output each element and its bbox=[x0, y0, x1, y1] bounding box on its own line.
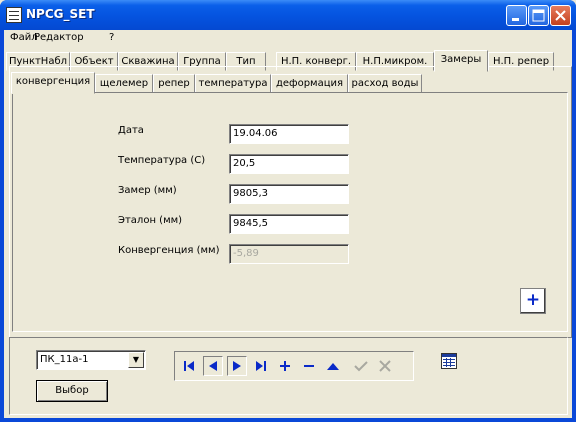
date-label: Дата bbox=[118, 125, 144, 136]
measurement-field[interactable]: 9805,3 bbox=[229, 184, 349, 204]
point-select[interactable]: ПК_11а-1 ▼ bbox=[36, 350, 146, 370]
nav-delete-icon[interactable] bbox=[299, 356, 319, 376]
nav-first-icon[interactable] bbox=[179, 356, 199, 376]
tab-measurements[interactable]: Замеры bbox=[434, 50, 488, 72]
nav-prior-icon[interactable] bbox=[203, 356, 223, 376]
nav-post-icon bbox=[351, 356, 371, 376]
menu-bar: Файл Редактор ? bbox=[4, 30, 572, 47]
maximize-icon bbox=[532, 9, 545, 22]
select-button[interactable]: Выбор bbox=[36, 380, 108, 402]
app-window: NPCG_SET Файл Редактор ? ПунктНабл Объек… bbox=[0, 0, 576, 422]
table-view-icon[interactable] bbox=[441, 353, 457, 369]
title-bar[interactable]: NPCG_SET bbox=[0, 0, 576, 30]
temperature-label: Температура (С) bbox=[118, 155, 206, 166]
date-field[interactable]: 19.04.06 bbox=[229, 124, 349, 144]
maximize-button[interactable] bbox=[528, 5, 549, 26]
db-navigator bbox=[174, 351, 414, 381]
nav-next-icon[interactable] bbox=[227, 356, 247, 376]
subtab-convergence[interactable]: конвергенция bbox=[11, 72, 95, 94]
menu-help[interactable]: ? bbox=[109, 32, 114, 43]
app-icon bbox=[6, 7, 22, 23]
point-select-value: ПК_11а-1 bbox=[40, 354, 89, 365]
reference-field[interactable]: 9845,5 bbox=[229, 214, 349, 234]
minimize-button[interactable] bbox=[506, 5, 527, 26]
add-record-button[interactable]: + bbox=[520, 288, 546, 314]
nav-insert-icon[interactable] bbox=[275, 356, 295, 376]
chevron-down-icon[interactable]: ▼ bbox=[128, 352, 144, 368]
convergence-label: Конвергенция (мм) bbox=[118, 245, 220, 256]
temperature-field[interactable]: 20,5 bbox=[229, 154, 349, 174]
measurement-label: Замер (мм) bbox=[118, 185, 177, 196]
reference-label: Эталон (мм) bbox=[118, 215, 183, 226]
nav-last-icon[interactable] bbox=[251, 356, 271, 376]
client-area: Файл Редактор ? ПунктНабл Объект Скважин… bbox=[4, 30, 572, 418]
window-title: NPCG_SET bbox=[26, 7, 95, 21]
nav-edit-icon[interactable] bbox=[323, 356, 343, 376]
close-icon bbox=[555, 10, 566, 21]
close-button[interactable] bbox=[550, 5, 571, 26]
menu-editor[interactable]: Редактор bbox=[34, 32, 84, 43]
minimize-icon bbox=[512, 18, 519, 21]
nav-cancel-icon bbox=[375, 356, 395, 376]
convergence-field: -5,89 bbox=[229, 244, 349, 264]
